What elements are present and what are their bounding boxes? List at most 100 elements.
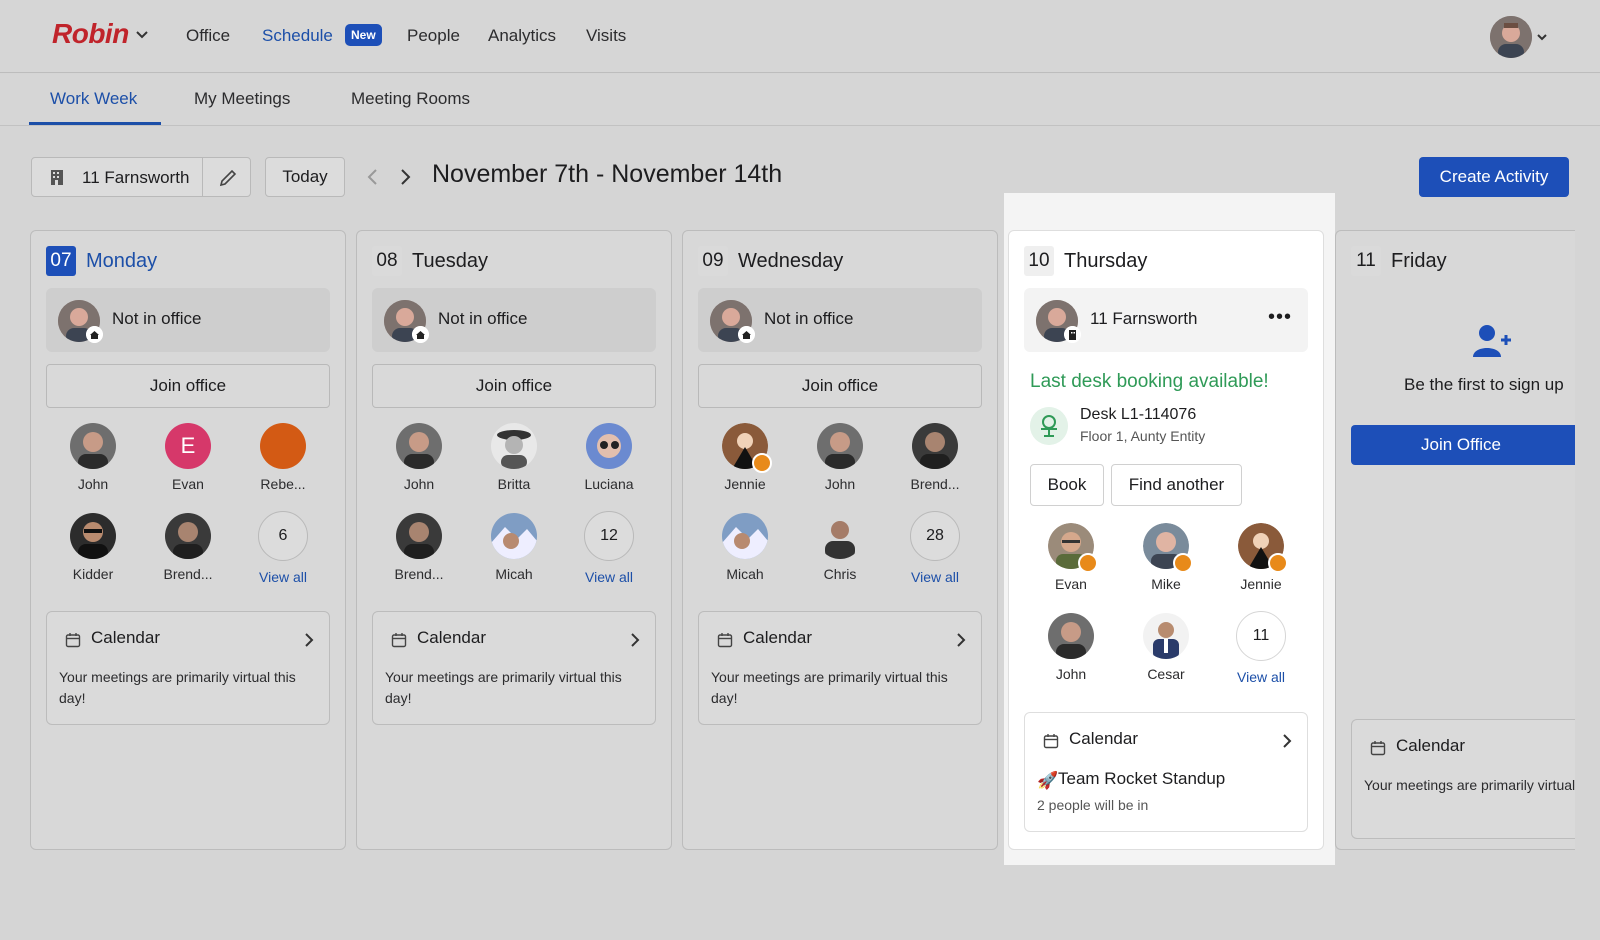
find-another-button[interactable]: Find another xyxy=(1111,464,1242,506)
person-avatar[interactable]: Micah xyxy=(467,513,561,582)
calendar-card[interactable]: Calendar Your meetings are primarily vir… xyxy=(372,611,656,725)
desk-name: Desk L1-114076 xyxy=(1080,406,1197,423)
divider xyxy=(202,158,203,196)
tab-work-week[interactable]: Work Week xyxy=(50,89,137,109)
person-avatar[interactable]: Kidder xyxy=(46,513,140,582)
person-avatar[interactable]: Brend... xyxy=(141,513,235,582)
chevron-down-icon[interactable] xyxy=(1536,31,1548,43)
last-desk-notice: Last desk booking available! xyxy=(1030,371,1269,392)
location-selector[interactable]: 11 Farnsworth xyxy=(31,157,251,197)
person-avatar[interactable]: Britta xyxy=(467,423,561,492)
person-avatar[interactable]: Brend... xyxy=(372,513,466,582)
calendar-note: Your meetings are primarily virtual this… xyxy=(59,669,296,706)
sub-tabs: Work Week My Meetings Meeting Rooms xyxy=(0,74,1600,126)
person-avatar[interactable]: E Evan xyxy=(141,423,235,492)
top-nav-bar: Robin Office Schedule New People Analyti… xyxy=(0,0,1600,73)
active-tab-indicator xyxy=(29,122,161,125)
nav-analytics[interactable]: Analytics xyxy=(488,26,556,46)
person-avatar[interactable]: Chris xyxy=(793,513,887,582)
person-avatar[interactable]: Jennie xyxy=(698,423,792,492)
building-icon xyxy=(51,170,63,185)
presence-status[interactable]: 11 Farnsworth ••• xyxy=(1024,288,1308,352)
calendar-note: Your meetings are primarily virtual this… xyxy=(1364,777,1575,793)
calendar-note: Your meetings are primarily virtual this… xyxy=(711,669,948,706)
calendar-card[interactable]: Calendar Your meetings are primarily vir… xyxy=(698,611,982,725)
calendar-card[interactable]: Calendar Your meetings are primarily vir… xyxy=(46,611,330,725)
today-button[interactable]: Today xyxy=(265,157,345,197)
person-avatar[interactable]: John xyxy=(46,423,140,492)
day-name: Friday xyxy=(1391,250,1447,272)
chevron-right-icon[interactable] xyxy=(955,632,967,648)
rocket-icon: 🚀 xyxy=(1037,771,1059,790)
calendar-card[interactable]: Calendar Your meetings are primarily vir… xyxy=(1351,719,1575,839)
calendar-icon xyxy=(1043,734,1059,749)
person-avatar[interactable]: John xyxy=(372,423,466,492)
person-avatar[interactable]: Evan xyxy=(1024,523,1118,592)
view-all-attendees[interactable]: 12 View all xyxy=(562,511,656,585)
chevron-right-icon[interactable] xyxy=(303,632,315,648)
location-label: 11 Farnsworth xyxy=(82,168,190,187)
presence-status[interactable]: Not in office xyxy=(372,288,656,352)
first-signup-text: Be the first to sign up xyxy=(1404,375,1564,394)
day-name: Monday xyxy=(86,250,158,272)
join-office-button[interactable]: Join Office xyxy=(1351,425,1575,465)
person-avatar[interactable]: John xyxy=(1024,613,1118,682)
person-avatar[interactable]: Jennie xyxy=(1214,523,1308,592)
presence-status[interactable]: Not in office xyxy=(698,288,982,352)
nav-visits[interactable]: Visits xyxy=(586,26,626,46)
calendar-icon xyxy=(65,633,81,648)
day-number: 10 xyxy=(1024,246,1054,276)
desk-chair-icon xyxy=(1030,407,1068,445)
day-number: 08 xyxy=(372,246,402,276)
calendar-title: Calendar xyxy=(91,628,160,647)
day-column-friday: 11 Friday Be the first to sign up Join Of… xyxy=(1335,230,1575,850)
person-avatar[interactable]: Micah xyxy=(698,513,792,582)
home-icon xyxy=(738,326,755,343)
person-avatar[interactable]: Luciana xyxy=(562,423,656,492)
pencil-icon[interactable] xyxy=(218,168,238,188)
presence-status[interactable]: Not in office xyxy=(46,288,330,352)
more-options-icon[interactable]: ••• xyxy=(1268,306,1292,329)
user-avatar[interactable] xyxy=(1490,16,1532,58)
nav-people[interactable]: People xyxy=(407,26,460,46)
create-activity-button[interactable]: Create Activity xyxy=(1419,157,1569,197)
person-avatar[interactable]: Rebe... xyxy=(236,423,330,492)
star-icon xyxy=(752,453,772,473)
nav-office[interactable]: Office xyxy=(186,26,230,46)
day-column-wednesday: 09 Wednesday Not in office Join office Je… xyxy=(682,230,998,850)
tab-my-meetings[interactable]: My Meetings xyxy=(194,89,290,109)
chevron-down-icon[interactable] xyxy=(135,28,149,42)
day-column-thursday: 10 Thursday 11 Farnsworth ••• Last desk b… xyxy=(1008,230,1324,850)
calendar-icon xyxy=(717,633,733,648)
event-title[interactable]: Team Rocket Standup xyxy=(1058,769,1225,789)
view-all-attendees[interactable]: 11 View all xyxy=(1214,611,1308,685)
robin-logo[interactable]: Robin xyxy=(52,18,129,50)
chevron-right-icon[interactable] xyxy=(629,632,641,648)
person-avatar[interactable]: Cesar xyxy=(1119,613,1213,682)
chevron-right-icon[interactable] xyxy=(1281,733,1293,749)
person-avatar[interactable]: John xyxy=(793,423,887,492)
day-name: Wednesday xyxy=(738,250,844,272)
chevron-left-icon[interactable] xyxy=(366,168,380,186)
nav-schedule[interactable]: Schedule xyxy=(262,26,333,46)
join-office-button[interactable]: Join office xyxy=(698,364,982,408)
day-number: 11 xyxy=(1351,246,1381,276)
person-avatar[interactable]: Brend... xyxy=(888,423,982,492)
chevron-right-icon[interactable] xyxy=(398,168,412,186)
event-attendance: 2 people will be in xyxy=(1037,797,1149,813)
building-icon xyxy=(1064,326,1081,343)
home-icon xyxy=(86,326,103,343)
view-all-attendees[interactable]: 6 View all xyxy=(236,511,330,585)
calendar-title: Calendar xyxy=(1069,729,1138,748)
home-icon xyxy=(412,326,429,343)
calendar-title: Calendar xyxy=(1396,736,1465,755)
calendar-card[interactable]: Calendar 🚀 Team Rocket Standup 2 people … xyxy=(1024,712,1308,832)
view-all-attendees[interactable]: 28 View all xyxy=(888,511,982,585)
tab-meeting-rooms[interactable]: Meeting Rooms xyxy=(351,89,470,109)
book-button[interactable]: Book xyxy=(1030,464,1104,506)
join-office-button[interactable]: Join office xyxy=(372,364,656,408)
day-name: Thursday xyxy=(1064,250,1148,272)
person-avatar[interactable]: Mike xyxy=(1119,523,1213,592)
status-label: Not in office xyxy=(438,309,528,328)
join-office-button[interactable]: Join office xyxy=(46,364,330,408)
